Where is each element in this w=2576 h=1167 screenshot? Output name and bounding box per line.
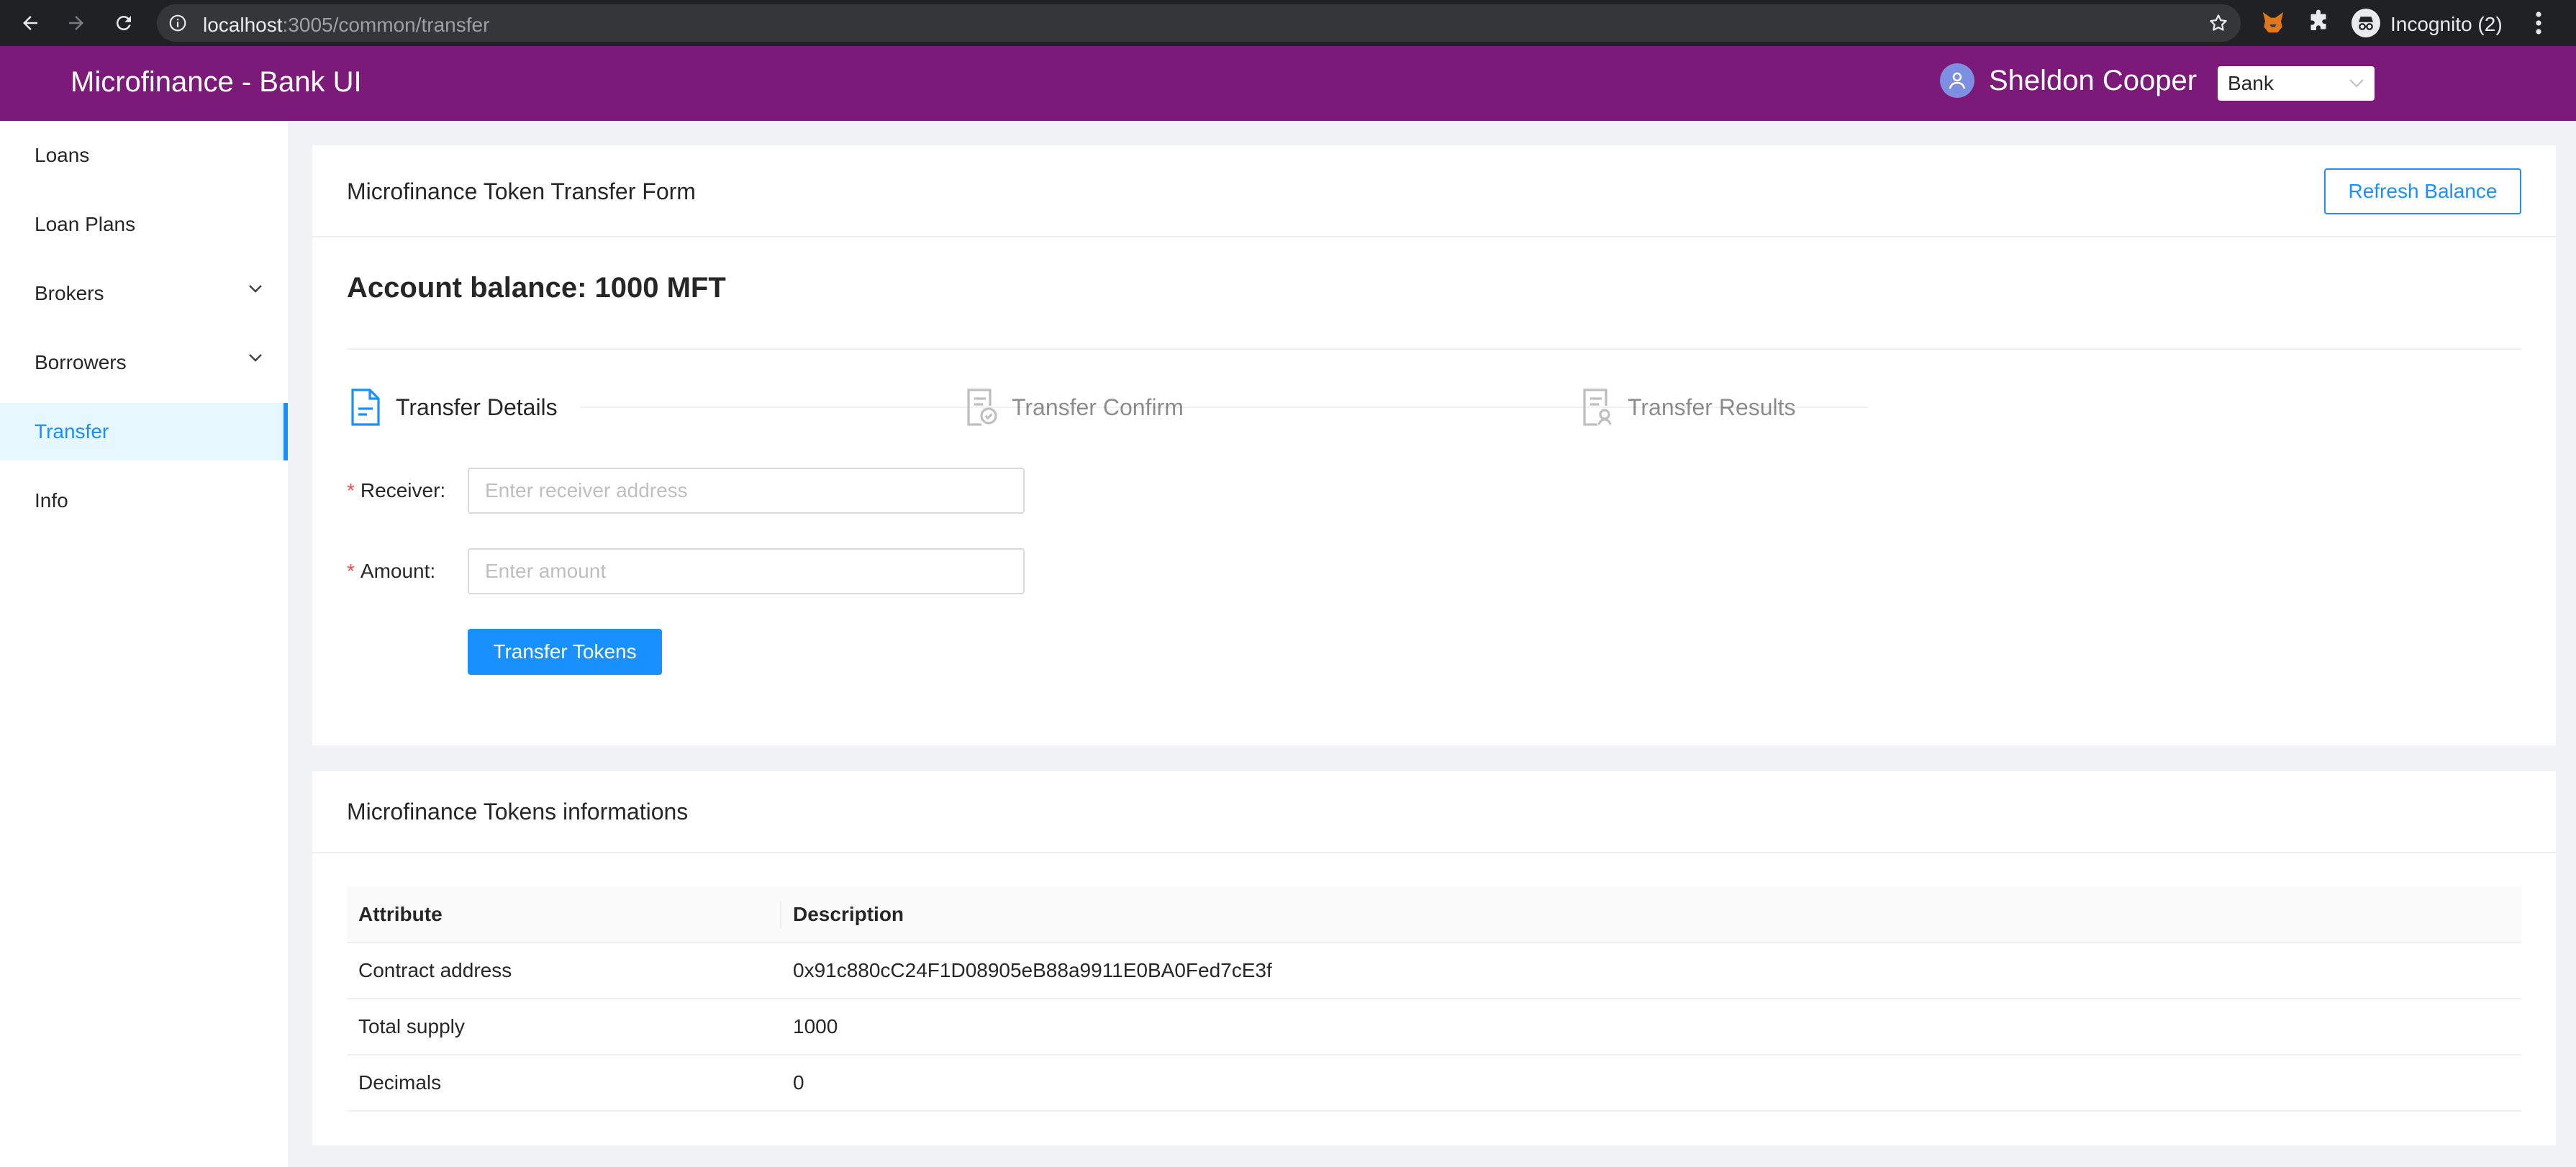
incognito-icon	[2351, 9, 2380, 37]
card-header: Microfinance Token Transfer Form Refresh…	[312, 145, 2556, 237]
site-info-icon[interactable]	[168, 14, 187, 36]
table-row: Total supply 1000	[347, 999, 2521, 1055]
role-select[interactable]: Bank	[2218, 66, 2375, 101]
account-balance: Account balance: 1000 MFT	[347, 272, 726, 304]
receiver-input[interactable]	[468, 468, 1025, 514]
metamask-fox-icon[interactable]	[2259, 9, 2287, 40]
description-cell: 0	[781, 1055, 2521, 1112]
step-label: Transfer Confirm	[1012, 394, 1184, 420]
required-mark: *	[347, 560, 355, 582]
incognito-label: Incognito (2)	[2390, 13, 2503, 35]
reload-icon[interactable]	[108, 7, 140, 39]
user-avatar-icon[interactable]	[1940, 63, 1974, 98]
file-check-icon	[967, 389, 997, 426]
extensions-puzzle-icon[interactable]	[2305, 9, 2331, 38]
attribute-cell: Decimals	[347, 1055, 781, 1112]
app-header: Microfinance - Bank UI Sheldon Cooper Ba…	[0, 46, 2576, 121]
step-label: Transfer Results	[1628, 394, 1796, 420]
step-transfer-results: Transfer Results	[1582, 387, 1796, 427]
column-header-attribute: Attribute	[347, 886, 781, 943]
role-select-value: Bank	[2228, 72, 2274, 94]
attribute-cell: Contract address	[347, 943, 781, 999]
url-text: localhost:3005/common/transfer	[203, 14, 490, 36]
sidebar-item-label: Transfer	[35, 420, 109, 442]
table-row: Contract address 0x91c880cC24F1D08905eB8…	[347, 943, 2521, 999]
step-transfer-details: Transfer Details	[350, 387, 558, 427]
browser-menu-icon[interactable]	[2533, 9, 2544, 41]
address-bar[interactable]: localhost:3005/common/transfer	[157, 4, 2241, 42]
sidebar-item-label: Loans	[35, 144, 90, 166]
user-name: Sheldon Cooper	[1989, 65, 2198, 96]
refresh-balance-button[interactable]: Refresh Balance	[2324, 168, 2521, 214]
document-icon	[351, 389, 380, 426]
sidebar-item-borrowers[interactable]: Borrowers	[0, 334, 288, 391]
sidebar-menu: Loans Loan Plans Brokers Borrowers Trans…	[0, 121, 288, 1167]
bookmark-star-icon[interactable]	[2208, 12, 2229, 37]
token-info-card: Microfinance Tokens informations Attribu…	[312, 771, 2556, 1145]
table-header-row: Attribute Description	[347, 886, 2521, 943]
amount-label: * Amount:	[347, 560, 436, 582]
sidebar-item-label: Loan Plans	[35, 213, 136, 235]
amount-input[interactable]	[468, 548, 1025, 594]
sidebar-item-label: Brokers	[35, 282, 104, 304]
sidebar-item-label: Info	[35, 489, 68, 512]
transfer-form-card: Microfinance Token Transfer Form Refresh…	[312, 145, 2556, 745]
file-result-icon	[1583, 389, 1612, 426]
card-title: Microfinance Token Transfer Form	[347, 178, 696, 204]
transfer-tokens-button[interactable]: Transfer Tokens	[468, 629, 662, 675]
description-cell: 1000	[781, 999, 2521, 1055]
incognito-profile-button[interactable]: Incognito (2)	[2343, 3, 2516, 43]
description-cell: 0x91c880cC24F1D08905eB88a9911E0BA0Fed7cE…	[781, 943, 2521, 999]
receiver-label: * Receiver:	[347, 479, 446, 501]
column-header-description: Description	[781, 886, 2521, 943]
attribute-cell: Total supply	[347, 999, 781, 1055]
chevron-down-icon	[249, 354, 262, 362]
divider	[347, 348, 2521, 350]
chevron-down-icon	[2349, 79, 2364, 88]
table-row: Decimals 0	[347, 1055, 2521, 1112]
sidebar-item-info[interactable]: Info	[0, 472, 288, 530]
token-info-table: Attribute Description Contract address 0…	[347, 886, 2521, 1112]
card-header: Microfinance Tokens informations	[312, 771, 2556, 853]
sidebar-item-loan-plans[interactable]: Loan Plans	[0, 196, 288, 253]
required-mark: *	[347, 479, 355, 501]
chevron-down-icon	[249, 285, 262, 293]
step-label: Transfer Details	[396, 394, 558, 420]
step-transfer-confirm: Transfer Confirm	[966, 387, 1184, 427]
sidebar-item-brokers[interactable]: Brokers	[0, 265, 288, 322]
sidebar-item-label: Borrowers	[35, 351, 127, 373]
app-title: Microfinance - Bank UI	[71, 66, 362, 98]
sidebar-item-loans[interactable]: Loans	[0, 127, 288, 184]
browser-toolbar: localhost:3005/common/transfer Incognito…	[0, 0, 2576, 46]
sidebar-item-transfer[interactable]: Transfer	[0, 403, 288, 460]
back-icon[interactable]	[14, 7, 46, 39]
forward-icon[interactable]	[60, 7, 92, 39]
card-title: Microfinance Tokens informations	[347, 799, 689, 825]
